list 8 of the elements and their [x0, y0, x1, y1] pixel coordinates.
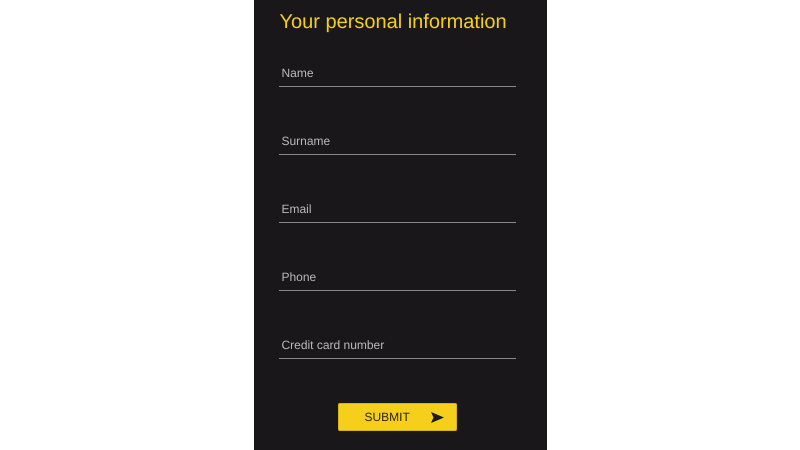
- input-field[interactable]: Email: [278, 201, 516, 223]
- input-field[interactable]: Phone: [278, 269, 516, 291]
- form-title: Your personal information: [280, 10, 507, 35]
- input-field[interactable]: Credit card number: [278, 337, 516, 359]
- input-field[interactable]: Name: [278, 65, 516, 87]
- send-icon: [430, 412, 444, 422]
- submit-button[interactable]: SUBMIT: [338, 403, 456, 431]
- input-field[interactable]: Surname: [278, 133, 516, 155]
